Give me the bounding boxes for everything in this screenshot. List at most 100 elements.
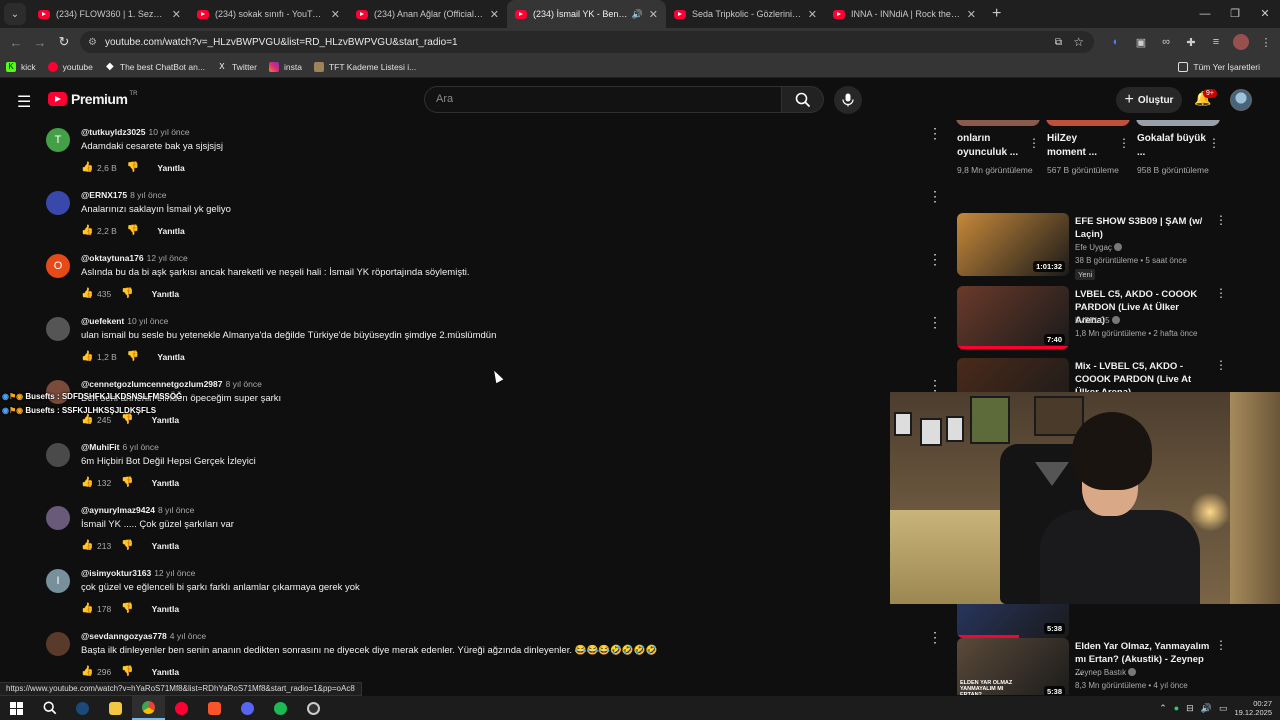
start-button[interactable] <box>0 696 33 720</box>
profile-avatar[interactable] <box>1233 34 1249 50</box>
short-thumbnail[interactable] <box>956 120 1040 126</box>
channel-name[interactable]: Zeynep Bastık <box>1075 668 1137 677</box>
comment-author[interactable]: @uefekent <box>81 316 124 326</box>
browser-tab[interactable]: (234) FLOW360 | 1. Sezon 9. Bö ✕ <box>30 0 189 28</box>
close-tab-icon[interactable]: ✕ <box>649 8 658 21</box>
comment-time[interactable]: 8 yıl önce <box>158 505 194 515</box>
status-dot-icon[interactable]: ● <box>1174 703 1179 713</box>
puzzle-icon[interactable]: ✚ <box>1183 36 1199 49</box>
comment-author[interactable]: @oktaytuna176 <box>81 253 144 263</box>
video-thumbnail[interactable]: 7:40 <box>957 286 1069 349</box>
video-more-icon[interactable]: ⋮ <box>1215 638 1227 652</box>
reply-button[interactable]: Yanıtla <box>152 667 179 677</box>
extension-icon[interactable]: ◐ <box>1108 36 1124 48</box>
comment-more-icon[interactable]: ⋮ <box>928 629 942 646</box>
thumbs-down-icon[interactable]: 👎 <box>121 288 133 299</box>
video-more-icon[interactable]: ⋮ <box>1215 213 1227 227</box>
thumbs-up-icon[interactable]: 👍 <box>81 666 93 677</box>
file-explorer-icon[interactable] <box>99 696 132 720</box>
taskbar-search-icon[interactable] <box>33 696 66 720</box>
channel-name-text[interactable]: Efe Uygaç <box>1075 243 1112 252</box>
short-title[interactable]: Gokalaf büyük ... <box>1137 132 1207 160</box>
thumbs-up-icon[interactable]: 👍 <box>81 351 93 362</box>
create-button[interactable]: + Oluştur <box>1116 87 1182 113</box>
comment-author[interactable]: @sevdanngozyas778 <box>81 631 167 641</box>
reply-button[interactable]: Yanıtla <box>157 226 184 236</box>
browser-menu-icon[interactable]: ⋮ <box>1258 36 1274 49</box>
thumbs-up-icon[interactable]: 👍 <box>81 288 93 299</box>
bookmark-insta[interactable]: insta <box>268 61 302 72</box>
channel-name[interactable]: LVBELC5 <box>1075 316 1120 325</box>
commenter-avatar[interactable]: T <box>46 128 70 152</box>
channel-name[interactable]: Efe Uygaç <box>1075 243 1122 252</box>
close-tab-icon[interactable]: ✕ <box>808 8 817 21</box>
thumbs-down-icon[interactable]: 👎 <box>127 225 139 236</box>
related-video[interactable]: ELDEN YAR OLMAZ YANMAYALIM MI ERTAN? 5:38… <box>957 638 1242 695</box>
close-tab-icon[interactable]: ✕ <box>967 8 976 21</box>
short-title[interactable]: HilZey moment ... <box>1047 132 1117 160</box>
search-input[interactable]: Ara <box>424 86 782 113</box>
comment-more-icon[interactable]: ⋮ <box>928 251 942 268</box>
bookmark-star-icon[interactable]: ☆ <box>1073 35 1084 49</box>
browser-tab[interactable]: (234) İsmail YK - Ben Senin 🔊 ✕ <box>507 0 666 28</box>
clock[interactable]: 00:27 19.12.2025 <box>1234 699 1272 717</box>
minimize-button[interactable]: — <box>1190 0 1220 28</box>
speaker-icon[interactable]: 🔊 <box>632 9 643 20</box>
thumbs-down-icon[interactable]: 👎 <box>121 540 133 551</box>
short-item[interactable]: HilZey moment ... 567 B görüntüleme ⋮ <box>1042 120 1130 202</box>
comment-time[interactable]: 12 yıl önce <box>154 568 195 578</box>
chrome-icon[interactable] <box>132 696 165 720</box>
commenter-avatar[interactable] <box>46 443 70 467</box>
comment-time[interactable]: 10 yıl önce <box>127 316 168 326</box>
related-video[interactable]: 7:40 LVBEL C5, AKDO - COOOK PARDON (Live … <box>957 286 1242 356</box>
reply-button[interactable]: Yanıtla <box>157 352 184 362</box>
discord-icon[interactable] <box>231 696 264 720</box>
video-thumbnail[interactable]: 1:01:32 <box>957 213 1069 276</box>
back-button[interactable]: ← <box>4 35 28 50</box>
battery-icon[interactable]: ▭ <box>1219 703 1228 714</box>
thumbs-down-icon[interactable]: 👎 <box>127 351 139 362</box>
thumbs-up-icon[interactable]: 👍 <box>81 477 93 488</box>
site-info-icon[interactable]: ⚙ <box>88 37 97 48</box>
commenter-avatar[interactable] <box>46 632 70 656</box>
account-avatar[interactable] <box>1230 89 1252 111</box>
video-thumbnail[interactable]: ELDEN YAR OLMAZ YANMAYALIM MI ERTAN? 5:38 <box>957 638 1069 695</box>
comment-author[interactable]: @isimyoktur3163 <box>81 568 151 578</box>
reply-button[interactable]: Yanıtla <box>152 604 179 614</box>
thumbs-up-icon[interactable]: 👍 <box>81 162 93 173</box>
bookmark-kick[interactable]: Kkick <box>6 61 36 72</box>
obs-icon[interactable] <box>297 696 330 720</box>
close-tab-icon[interactable]: ✕ <box>490 8 499 21</box>
all-bookmarks-folder[interactable]: Tüm Yer İşaretleri <box>1178 61 1260 72</box>
brave-icon[interactable] <box>198 696 231 720</box>
thumbs-down-icon[interactable]: 👎 <box>121 603 133 614</box>
browser-tab[interactable]: (234) sokak sınıfı - YouTube ✕ <box>189 0 348 28</box>
short-more-icon[interactable]: ⋮ <box>1118 136 1130 150</box>
browser-tab[interactable]: Seda Tripkolic - Gözlerinin Yeşil ✕ <box>666 0 825 28</box>
short-more-icon[interactable]: ⋮ <box>1028 136 1040 150</box>
close-tab-icon[interactable]: ✕ <box>331 8 340 21</box>
extension-icon[interactable]: ∞ <box>1158 36 1174 48</box>
bookmark-youtube[interactable]: youtube <box>47 61 93 72</box>
new-tab-button[interactable]: + <box>992 5 1001 23</box>
short-item[interactable]: Gokalaf büyük ... 958 B görüntüleme ⋮ <box>1132 120 1220 202</box>
comment-time[interactable]: 6 yıl önce <box>123 442 159 452</box>
tab-search-button[interactable]: ⌄ <box>4 3 26 25</box>
comment-time[interactable]: 10 yıl önce <box>149 127 190 137</box>
browser-tab[interactable]: INNA - INNdiA | Rock the Roo ✕ <box>825 0 984 28</box>
short-thumbnail[interactable] <box>1136 120 1220 126</box>
network-icon[interactable]: ⊟ <box>1186 703 1194 714</box>
related-video[interactable]: 1:01:32 EFE SHOW S3B09 | ŞAM (w/ Laçin) Ef… <box>957 213 1242 283</box>
commenter-avatar[interactable] <box>46 317 70 341</box>
video-more-icon[interactable]: ⋮ <box>1215 286 1227 300</box>
bookmark-twitter[interactable]: X Twitter <box>217 62 257 72</box>
short-item[interactable]: onların oyunculuk ... 9,8 Mn görüntüleme ⋮ <box>952 120 1040 202</box>
comment-more-icon[interactable]: ⋮ <box>928 188 942 205</box>
media-control-icon[interactable]: ≡ <box>1208 36 1224 48</box>
short-thumbnail[interactable] <box>1046 120 1130 126</box>
comment-time[interactable]: 8 yıl önce <box>130 190 166 200</box>
youtube-premium-logo[interactable]: Premium TR <box>48 91 137 107</box>
spotify-icon[interactable] <box>264 696 297 720</box>
url-text[interactable]: youtube.com/watch?v=_HLzvBWPVGU&list=RD_… <box>105 37 458 48</box>
thumbs-up-icon[interactable]: 👍 <box>81 540 93 551</box>
